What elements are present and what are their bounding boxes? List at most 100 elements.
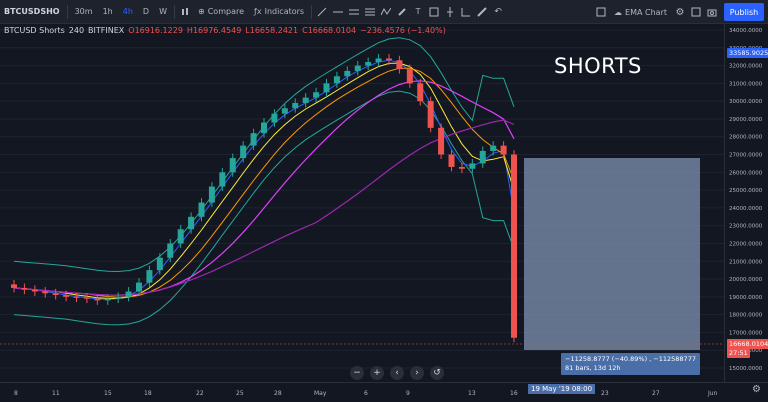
candle-body [302, 97, 309, 103]
interval-4h[interactable]: 4h [118, 0, 138, 24]
horizontal-line-icon[interactable] [330, 0, 346, 24]
interval-d[interactable]: D [138, 0, 154, 24]
scroll-left-button[interactable]: ‹ [390, 366, 404, 380]
compare-button[interactable]: ⊕ Compare [193, 0, 249, 24]
compare-label: Compare [207, 7, 245, 16]
time-axis-label: 23 [601, 390, 609, 397]
chart-nav-controls: − + ‹ › ↺ [350, 366, 444, 380]
plus-circle-icon: ⊕ [198, 7, 205, 16]
price-axis-label: 29000.0000 [729, 117, 763, 123]
sma-line [13, 80, 515, 296]
template-button[interactable]: ☁ EMA Chart [609, 0, 672, 24]
undo-icon[interactable]: ↶ [490, 0, 506, 24]
candle-body [323, 83, 330, 93]
time-axis-label: 16 [510, 390, 518, 397]
price-axis-label: 18000.0000 [729, 313, 763, 319]
time-axis-label: 13 [468, 390, 476, 397]
ruler-icon[interactable] [474, 0, 490, 24]
candle-body [94, 298, 101, 301]
pattern-icon[interactable] [378, 0, 394, 24]
legend-change: −236.4576 (−1.40%) [360, 26, 446, 35]
layout-icon[interactable] [593, 0, 609, 24]
candle-body [42, 291, 49, 294]
camera-icon[interactable] [704, 0, 720, 24]
price-axis-label: 23000.0000 [729, 224, 763, 230]
indicators-button[interactable]: ƒx Indicators [249, 0, 309, 24]
candle-body [271, 113, 278, 123]
ema-mid-line [13, 62, 515, 299]
interval-w[interactable]: W [154, 0, 172, 24]
angle-icon[interactable] [458, 0, 474, 24]
date-marker: 19 May '19 08:00 [528, 384, 596, 394]
price-axis-label: 31000.0000 [729, 81, 763, 87]
time-axis-label: 6 [364, 390, 368, 397]
price-axis-label: 27000.0000 [729, 153, 763, 159]
candle-body [115, 296, 122, 299]
measure-rectangle [524, 158, 700, 350]
bar-style-icon[interactable] [177, 0, 193, 24]
legend-interval: 240 [68, 26, 85, 35]
interval-30m[interactable]: 30m [70, 0, 98, 24]
candle-body [333, 76, 340, 84]
rectangle-icon[interactable] [426, 0, 442, 24]
top-price-tag: 33585.9025 [727, 48, 768, 58]
candle-body [31, 289, 38, 292]
scroll-right-button[interactable]: › [410, 366, 424, 380]
publish-button[interactable]: Publish [724, 3, 764, 21]
zoom-out-button[interactable]: − [350, 366, 364, 380]
candle-body [511, 154, 517, 338]
candle-body [229, 158, 236, 173]
candle-body [281, 108, 288, 114]
legend-title: BTCUSD Shorts [4, 26, 65, 35]
candle-body [375, 58, 382, 63]
price-axis-labels: 34000.000033000.000032000.000031000.0000… [729, 28, 763, 372]
cloud-icon: ☁ [614, 7, 623, 17]
interval-1h[interactable]: 1h [98, 0, 118, 24]
price-axis-label: 19000.0000 [729, 295, 763, 301]
legend-open: O16916.1229 [128, 26, 183, 35]
candle-body [73, 296, 80, 298]
candle-body [427, 101, 434, 128]
measure-icon[interactable] [442, 0, 458, 24]
toolbar-divider [311, 4, 313, 19]
price-axis-label: 20000.0000 [729, 277, 763, 283]
text-icon[interactable]: T [410, 0, 426, 24]
candle-body [500, 145, 507, 155]
candle-body [458, 166, 465, 169]
price-axis[interactable]: 34000.000033000.000032000.000031000.0000… [724, 24, 768, 382]
price-axis-label: 21000.0000 [729, 259, 763, 265]
candle-body [386, 58, 392, 61]
bollinger-bands [13, 37, 515, 326]
candle-body [125, 291, 132, 297]
candle-body [146, 270, 153, 283]
price-axis-label: 32000.0000 [729, 64, 763, 70]
trend-line-icon[interactable] [314, 0, 330, 24]
time-axis[interactable]: 8 11 15 18 22 25 28 May 6 9 13 16 23 27 Jun [0, 382, 768, 402]
time-axis-label: 9 [406, 390, 410, 397]
zoom-in-button[interactable]: + [370, 366, 384, 380]
settings-gear-icon[interactable]: ⚙ [752, 384, 761, 395]
time-axis-label: Jun [707, 390, 718, 397]
parallel-channel-icon[interactable] [346, 0, 362, 24]
candle-body [438, 127, 445, 155]
brush-icon[interactable] [394, 0, 410, 24]
settings-icon[interactable]: ⚙ [672, 0, 688, 24]
time-axis-label: May [314, 390, 327, 397]
fib-icon[interactable] [362, 0, 378, 24]
candle-body [188, 216, 195, 230]
candle-body [52, 293, 59, 296]
candle-body [136, 282, 142, 292]
toolbar-divider [174, 4, 176, 19]
candle-body [63, 295, 70, 297]
legend-exchange: BITFINEX [88, 26, 125, 35]
price-axis-label: 26000.0000 [729, 170, 763, 176]
shorts-annotation[interactable]: SHORTS [554, 54, 642, 78]
candle-body [396, 60, 403, 70]
symbol-search[interactable]: BTCUSDSHO [0, 0, 65, 24]
time-axis-label: 15 [104, 390, 112, 397]
candles [11, 54, 517, 343]
candle-body [104, 298, 111, 301]
reset-chart-button[interactable]: ↺ [430, 366, 444, 380]
candle-body [469, 163, 476, 169]
fullscreen-icon[interactable] [688, 0, 704, 24]
